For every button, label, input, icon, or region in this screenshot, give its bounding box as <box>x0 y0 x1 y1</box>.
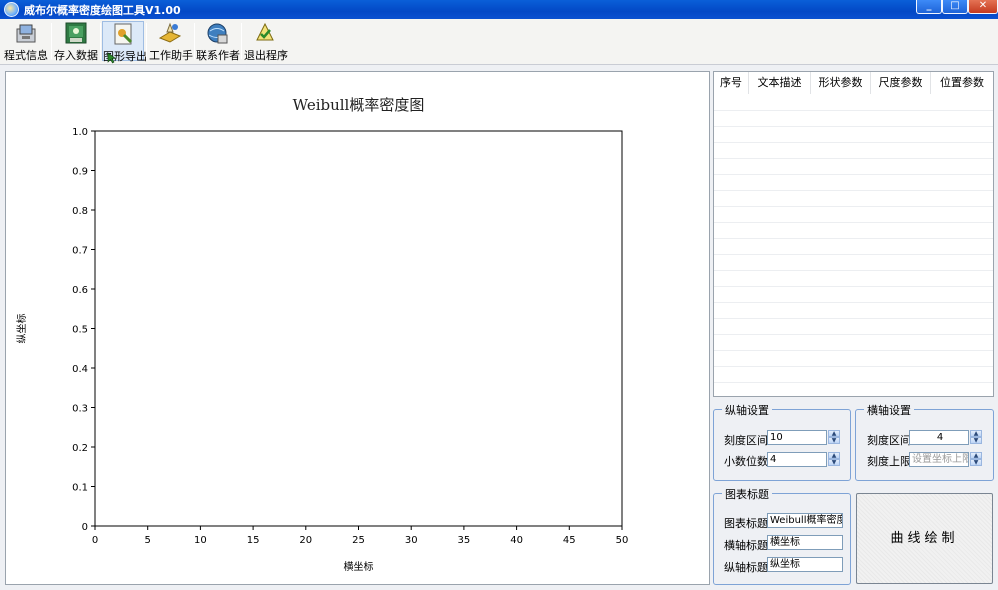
draw-curve-button[interactable]: 曲线绘制 <box>856 493 993 584</box>
export-graph-icon <box>111 23 135 45</box>
y-tick-label: 0.4 <box>72 364 88 375</box>
exit-program-icon <box>253 22 277 44</box>
app-icon <box>4 2 19 17</box>
work-assistant-label: 工作助手 <box>149 49 193 62</box>
x-interval-input[interactable]: 4 <box>909 430 969 445</box>
program-info-icon <box>14 22 38 44</box>
y-decimals-input[interactable]: 4 <box>767 452 827 467</box>
save-data-button[interactable]: 存入数据 <box>54 21 98 62</box>
y-decimals-label: 小数位数 <box>724 455 768 468</box>
column-header-index[interactable]: 序号 <box>714 72 749 94</box>
x-tick-label: 40 <box>510 535 523 546</box>
x-tick-label: 30 <box>405 535 418 546</box>
y-tick-label: 1.0 <box>72 127 88 138</box>
y-interval-spinner[interactable]: ▲ ▼ <box>828 430 840 445</box>
x-tick-label: 25 <box>352 535 365 546</box>
exit-program-label: 退出程序 <box>244 49 288 62</box>
column-header-location[interactable]: 位置参数 <box>931 72 993 94</box>
x-tick-label: 50 <box>616 535 629 546</box>
x-tick-label: 15 <box>247 535 260 546</box>
title-bar: 威布尔概率密度绘图工具V1.00 _ □ ✕ <box>0 0 998 19</box>
x-tick-label: 45 <box>563 535 576 546</box>
spin-down-icon[interactable]: ▼ <box>970 459 982 466</box>
chart-title-input[interactable]: Weibull概率密度图 <box>767 513 843 528</box>
y-title-input[interactable]: 纵坐标 <box>767 557 843 572</box>
x-upper-input[interactable]: 设置坐标上限 <box>909 452 969 467</box>
y-tick-label: 0.2 <box>72 443 88 454</box>
contact-author-icon <box>205 22 229 44</box>
spin-up-icon[interactable]: ▲ <box>970 430 982 437</box>
y-tick-label: 0.3 <box>72 404 88 415</box>
x-upper-label: 刻度上限 <box>867 455 911 468</box>
table-header: 序号 文本描述 形状参数 尺度参数 位置参数 <box>714 72 993 94</box>
x-axis-settings-title: 横轴设置 <box>864 402 914 418</box>
maximize-button[interactable]: □ <box>942 0 968 14</box>
x-tick-label: 20 <box>299 535 312 546</box>
close-button[interactable]: ✕ <box>968 0 998 14</box>
spin-down-icon[interactable]: ▼ <box>970 437 982 444</box>
contact-author-button[interactable]: 联系作者 <box>196 21 240 62</box>
x-axis-label: 横坐标 <box>344 560 374 573</box>
toolbar: 程式信息 存入数据 图形导出 工作助手 联系作者 退出程序 <box>0 19 998 65</box>
y-tick-label: 0 <box>82 522 88 533</box>
spin-up-icon[interactable]: ▲ <box>828 430 840 437</box>
table-rows[interactable] <box>714 95 993 395</box>
column-header-scale[interactable]: 尺度参数 <box>871 72 931 94</box>
work-assistant-icon <box>158 22 182 44</box>
x-title-label: 横轴标题 <box>724 539 768 552</box>
chart-titles-group: 图表标题 图表标题 Weibull概率密度图 横轴标题 横坐标 纵轴标题 纵坐标 <box>713 486 851 585</box>
spin-up-icon[interactable]: ▲ <box>970 452 982 459</box>
x-axis-settings-group: 横轴设置 刻度区间 4 ▲ ▼ 刻度上限 设置坐标上限 ▲ ▼ <box>855 402 994 481</box>
y-axis-settings-title: 纵轴设置 <box>722 402 772 418</box>
chart-titles-title: 图表标题 <box>722 486 772 502</box>
y-title-label: 纵轴标题 <box>724 561 768 574</box>
column-header-shape[interactable]: 形状参数 <box>811 72 871 94</box>
x-interval-label: 刻度区间 <box>867 434 911 447</box>
y-decimals-spinner[interactable]: ▲ ▼ <box>828 452 840 467</box>
x-tick-label: 10 <box>194 535 207 546</box>
weibull-chart: Weibull概率密度图 0 5 10 15 20 25 30 35 40 45 50 0 0.1 0.2 0… <box>16 96 629 573</box>
program-info-button[interactable]: 程式信息 <box>4 21 48 62</box>
contact-author-label: 联系作者 <box>196 49 240 62</box>
chart-title: Weibull概率密度图 <box>293 96 425 114</box>
column-header-description[interactable]: 文本描述 <box>749 72 811 94</box>
parameter-table[interactable]: 序号 文本描述 形状参数 尺度参数 位置参数 <box>713 71 994 397</box>
y-interval-input[interactable]: 10 <box>767 430 827 445</box>
y-tick-label: 0.5 <box>72 325 88 336</box>
spin-down-icon[interactable]: ▼ <box>828 437 840 444</box>
y-axis-label: 纵坐标 <box>16 314 28 344</box>
y-tick-label: 0.1 <box>72 483 88 494</box>
plot-area <box>94 130 623 527</box>
save-data-icon <box>64 22 88 44</box>
y-tick-label: 0.9 <box>72 167 88 178</box>
window-title: 威布尔概率密度绘图工具V1.00 <box>24 4 181 17</box>
y-tick-label: 0.6 <box>72 285 88 296</box>
work-assistant-button[interactable]: 工作助手 <box>149 21 193 62</box>
chart-panel: Weibull概率密度图 0 5 10 15 20 25 30 35 40 45 50 0 0.1 0.2 0… <box>5 71 710 585</box>
x-tick-label: 35 <box>458 535 471 546</box>
spin-down-icon[interactable]: ▼ <box>828 459 840 466</box>
program-info-label: 程式信息 <box>4 49 48 62</box>
x-upper-spinner[interactable]: ▲ ▼ <box>970 452 982 467</box>
x-title-input[interactable]: 横坐标 <box>767 535 843 550</box>
minimize-button[interactable]: _ <box>916 0 942 14</box>
save-data-label: 存入数据 <box>54 49 98 62</box>
mouse-cursor-icon <box>107 52 117 64</box>
exit-program-button[interactable]: 退出程序 <box>244 21 288 62</box>
x-tick-label: 0 <box>92 535 98 546</box>
y-axis-settings-group: 纵轴设置 刻度区间 10 ▲ ▼ 小数位数 4 ▲ ▼ <box>713 402 851 481</box>
y-tick-label: 0.7 <box>72 246 88 257</box>
y-interval-label: 刻度区间 <box>724 434 768 447</box>
chart-title-label: 图表标题 <box>724 517 768 530</box>
x-interval-spinner[interactable]: ▲ ▼ <box>970 430 982 445</box>
x-tick-label: 5 <box>145 535 151 546</box>
spin-up-icon[interactable]: ▲ <box>828 452 840 459</box>
y-tick-label: 0.8 <box>72 206 88 217</box>
